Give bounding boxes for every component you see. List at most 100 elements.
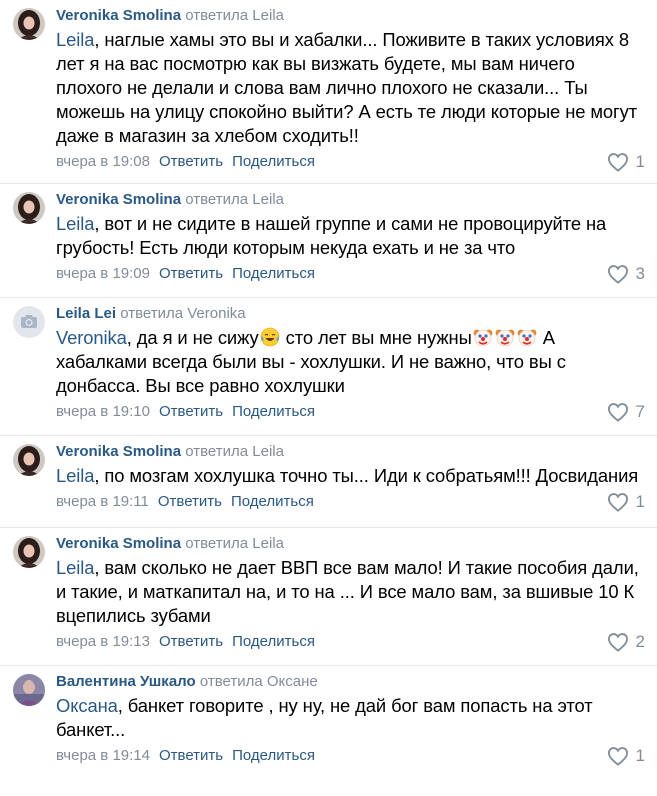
- avatar[interactable]: [13, 444, 45, 476]
- camera-icon: [13, 306, 45, 338]
- like-button[interactable]: 1: [607, 148, 645, 176]
- comment-footer: вчера в 19:14 Ответить Поделиться 1: [56, 742, 645, 770]
- comment-text: Оксана, банкет говорите , ну ну, не дай …: [56, 694, 645, 742]
- comment-footer: вчера в 19:11 Ответить Поделиться 1: [56, 488, 645, 516]
- like-button[interactable]: 2: [607, 628, 645, 656]
- reply-to-name[interactable]: Leila: [252, 535, 284, 552]
- timestamp[interactable]: вчера в 19:08: [56, 153, 150, 170]
- comment-footer: вчера в 19:08 Ответить Поделиться 1: [56, 148, 645, 176]
- comment-text: Leila, вот и не сидите в нашей группе и …: [56, 212, 645, 260]
- avatar[interactable]: [13, 536, 45, 568]
- heart-icon: [607, 265, 628, 284]
- reply-word: ответила: [185, 7, 249, 24]
- avatar[interactable]: [13, 8, 45, 40]
- comment-header: Veronika Smolina ответила Leila: [56, 6, 645, 26]
- share-button[interactable]: Поделиться: [231, 493, 314, 510]
- timestamp[interactable]: вчера в 19:14: [56, 747, 150, 764]
- mention-link[interactable]: Оксана: [56, 695, 118, 716]
- like-button[interactable]: 1: [607, 488, 645, 516]
- comment: Veronika Smolina ответила Leila Leila, в…: [0, 527, 657, 665]
- tears-of-joy-emoji-icon: [260, 327, 279, 347]
- comment-text: Veronika, да я и не сижу сто лет вы мне …: [56, 326, 645, 398]
- comment-footer: вчера в 19:09 Ответить Поделиться 3: [56, 260, 645, 288]
- reply-to-name[interactable]: Leila: [252, 191, 284, 208]
- mention-link[interactable]: Leila: [56, 557, 94, 578]
- reply-button[interactable]: Ответить: [159, 265, 223, 282]
- comment-body: , вам сколько не дает ВВП все вам мало! …: [56, 557, 639, 626]
- avatar[interactable]: [13, 674, 45, 706]
- reply-button[interactable]: Ответить: [159, 153, 223, 170]
- reply-to-name[interactable]: Leila: [252, 7, 284, 24]
- reply-word: ответила: [185, 535, 249, 552]
- comment-body: , наглые хамы это вы и хабалки... Поживи…: [56, 29, 638, 146]
- like-count: 2: [635, 632, 645, 651]
- share-button[interactable]: Поделиться: [232, 403, 315, 420]
- comment: Leila Lei ответила Veronika Veronika, да…: [0, 297, 657, 435]
- comment-header: Veronika Smolina ответила Leila: [56, 190, 645, 210]
- reply-button[interactable]: Ответить: [158, 493, 222, 510]
- timestamp[interactable]: вчера в 19:13: [56, 633, 150, 650]
- comment-text: Leila, по мозгам хохлушка точно ты... Ид…: [56, 464, 645, 488]
- mention-link[interactable]: Leila: [56, 213, 94, 234]
- clown-face-emoji-icon: [495, 329, 515, 347]
- timestamp[interactable]: вчера в 19:09: [56, 265, 150, 282]
- comment-footer: вчера в 19:13 Ответить Поделиться 2: [56, 628, 645, 656]
- share-button[interactable]: Поделиться: [232, 153, 315, 170]
- timestamp[interactable]: вчера в 19:10: [56, 403, 150, 420]
- comment-header: Veronika Smolina ответила Leila: [56, 534, 645, 554]
- clown-face-emoji-icon: [473, 329, 493, 347]
- comment-body: , банкет говорите , ну ну, не дай бог ва…: [56, 695, 593, 740]
- comment: Veronika Smolina ответила Leila Leila, п…: [0, 435, 657, 527]
- like-count: 3: [635, 264, 645, 283]
- share-button[interactable]: Поделиться: [232, 747, 315, 764]
- author-name[interactable]: Leila Lei: [56, 305, 116, 322]
- author-name[interactable]: Валентина Ушкало: [56, 673, 196, 690]
- avatar[interactable]: [13, 192, 45, 224]
- mention-link[interactable]: Veronika: [56, 327, 127, 348]
- comment-text: Leila, наглые хамы это вы и хабалки... П…: [56, 28, 645, 148]
- like-count: 1: [635, 492, 645, 511]
- heart-icon: [607, 747, 628, 766]
- author-name[interactable]: Veronika Smolina: [56, 191, 181, 208]
- avatar[interactable]: [13, 306, 45, 338]
- heart-icon: [607, 403, 628, 422]
- like-button[interactable]: 3: [607, 260, 645, 288]
- reply-button[interactable]: Ответить: [159, 403, 223, 420]
- comment-footer: вчера в 19:10 Ответить Поделиться 7: [56, 398, 645, 426]
- comment-body: , по мозгам хохлушка точно ты... Иди к с…: [94, 465, 639, 486]
- reply-to-name[interactable]: Оксане: [267, 673, 318, 690]
- comment: Валентина Ушкало ответила Оксане Оксана,…: [0, 665, 657, 790]
- heart-icon: [607, 493, 628, 512]
- like-button[interactable]: 7: [607, 398, 645, 426]
- author-name[interactable]: Veronika Smolina: [56, 443, 181, 460]
- reply-button[interactable]: Ответить: [159, 747, 223, 764]
- reply-to-name[interactable]: Leila: [252, 443, 284, 460]
- heart-icon: [607, 633, 628, 652]
- reply-word: ответила: [185, 191, 249, 208]
- author-name[interactable]: Veronika Smolina: [56, 535, 181, 552]
- timestamp[interactable]: вчера в 19:11: [56, 493, 149, 510]
- comment-header: Leila Lei ответила Veronika: [56, 304, 645, 324]
- reply-to-name[interactable]: Veronika: [187, 305, 245, 322]
- like-button[interactable]: 1: [607, 742, 645, 770]
- heart-icon: [607, 153, 628, 172]
- share-button[interactable]: Поделиться: [232, 265, 315, 282]
- reply-button[interactable]: Ответить: [159, 633, 223, 650]
- comment-body: сто лет вы мне нужны: [280, 327, 472, 348]
- comment-thread: Veronika Smolina ответила Leila Leila, н…: [0, 0, 657, 790]
- comment-text: Leila, вам сколько не дает ВВП все вам м…: [56, 556, 645, 628]
- reply-word: ответила: [185, 443, 249, 460]
- mention-link[interactable]: Leila: [56, 29, 94, 50]
- comment-header: Veronika Smolina ответила Leila: [56, 442, 645, 462]
- like-count: 1: [635, 152, 645, 171]
- comment-body: , вот и не сидите в нашей группе и сами …: [56, 213, 607, 258]
- share-button[interactable]: Поделиться: [232, 633, 315, 650]
- reply-word: ответила: [120, 305, 184, 322]
- reply-word: ответила: [199, 673, 263, 690]
- comment: Veronika Smolina ответила Leila Leila, н…: [0, 0, 657, 183]
- author-name[interactable]: Veronika Smolina: [56, 7, 181, 24]
- comment-header: Валентина Ушкало ответила Оксане: [56, 672, 645, 692]
- clown-face-emoji-icon: [517, 329, 537, 347]
- mention-link[interactable]: Leila: [56, 465, 94, 486]
- like-count: 7: [635, 402, 645, 421]
